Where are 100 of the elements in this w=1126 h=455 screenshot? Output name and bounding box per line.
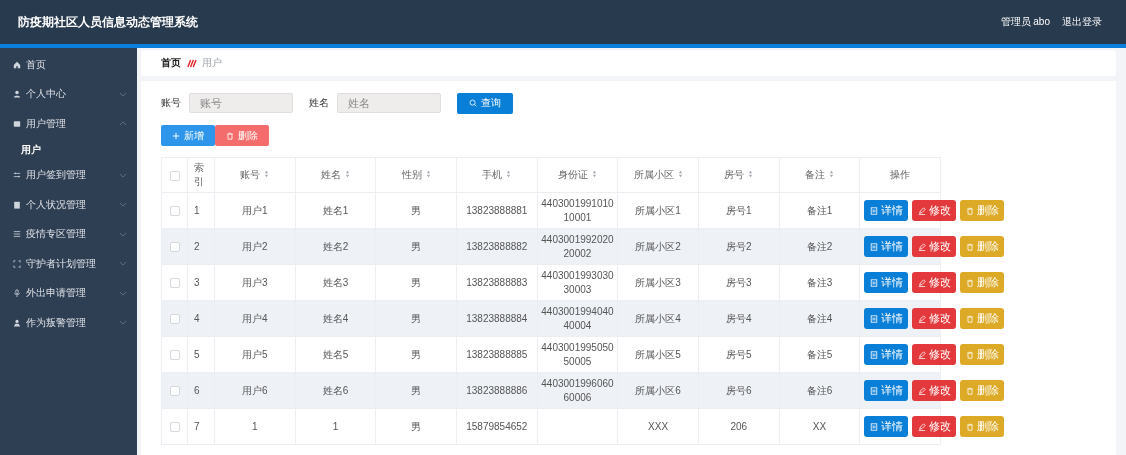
table-cell: 7 xyxy=(194,421,200,432)
table-cell: 4 xyxy=(194,313,200,324)
checkbox[interactable] xyxy=(169,386,180,397)
details-button[interactable]: 详情 xyxy=(864,236,909,257)
table-cell: 13823888881 xyxy=(466,205,528,216)
table-cell: 13823888886 xyxy=(466,385,528,396)
table-cell: 13823888882 xyxy=(466,241,528,252)
delete-button[interactable]: 删除 xyxy=(960,344,1005,365)
sort-icon[interactable] xyxy=(748,170,754,178)
sidebar-subitem[interactable]: 用户 xyxy=(0,138,137,161)
sidebar-item[interactable]: 用户管理 xyxy=(0,109,137,139)
add-button[interactable]: 新增 xyxy=(161,125,215,146)
table-cell: 1 xyxy=(332,421,339,432)
sort-icon[interactable] xyxy=(677,170,683,178)
checkbox[interactable] xyxy=(169,170,180,181)
sort-icon[interactable] xyxy=(506,170,512,178)
sidebar-item[interactable]: 用户签到管理 xyxy=(0,160,137,190)
pencil-icon xyxy=(917,278,926,287)
microphone-icon xyxy=(13,289,21,298)
column-header[interactable]: 手机 xyxy=(456,157,538,193)
sidebar-item[interactable]: 个人中心 xyxy=(0,79,137,109)
delete-button[interactable]: 删除 xyxy=(960,272,1005,293)
document-icon xyxy=(13,119,21,128)
document-icon xyxy=(869,422,878,431)
table-cell: 备注2 xyxy=(806,240,833,252)
breadcrumb-item[interactable]: 首页 xyxy=(161,56,181,70)
sort-icon[interactable] xyxy=(345,170,350,178)
edit-button[interactable]: 修改 xyxy=(912,308,957,329)
table-cell: 房号6 xyxy=(726,384,752,396)
logout-link[interactable]: 退出登录 xyxy=(1062,15,1102,29)
edit-button[interactable]: 修改 xyxy=(912,416,957,437)
sort-icon[interactable] xyxy=(425,170,431,178)
field-label: 姓名 xyxy=(309,96,329,110)
delete-button[interactable]: 删除 xyxy=(960,236,1005,257)
table-cell: 备注6 xyxy=(806,384,833,396)
table-cell: 用户5 xyxy=(242,348,268,360)
table-cell: 姓名4 xyxy=(322,312,349,324)
column-header[interactable]: 身份证 xyxy=(537,157,618,193)
sort-icon[interactable] xyxy=(828,170,834,178)
search-field[interactable]: 姓名 xyxy=(337,93,441,113)
details-button[interactable]: 详情 xyxy=(864,380,909,401)
sidebar-item[interactable]: 疫情专区管理 xyxy=(0,219,137,249)
checkbox[interactable] xyxy=(169,278,180,289)
details-button[interactable]: 详情 xyxy=(864,200,909,221)
table-cell: 3 xyxy=(194,277,200,288)
column-header[interactable]: 账号 xyxy=(214,157,296,193)
edit-button[interactable]: 修改 xyxy=(912,380,957,401)
sidebar-item[interactable]: 作为叛警管理 xyxy=(0,308,137,338)
sidebar-item[interactable]: 个人状况管理 xyxy=(0,190,137,220)
column-header[interactable]: 所属小区 xyxy=(617,157,699,193)
sort-icon[interactable] xyxy=(264,170,270,178)
delete-button[interactable]: 删除 xyxy=(960,308,1005,329)
table-cell: 房号4 xyxy=(726,312,752,324)
details-button[interactable]: 详情 xyxy=(864,416,909,437)
edit-button[interactable]: 修改 xyxy=(912,272,957,293)
edit-button[interactable]: 修改 xyxy=(912,344,957,365)
sidebar-item[interactable]: 首页 xyxy=(0,50,137,80)
table-cell: 房号1 xyxy=(726,204,752,216)
table-cell: 440300199606060006 xyxy=(541,377,614,403)
table-cell: 姓名5 xyxy=(322,348,349,360)
table-cell: 用户3 xyxy=(242,276,268,288)
checkbox[interactable] xyxy=(169,422,180,433)
checkbox[interactable] xyxy=(169,314,180,325)
table-cell: 姓名1 xyxy=(322,204,349,216)
app-title: 防疫期社区人员信息动态管理系统 xyxy=(18,13,198,31)
document-icon xyxy=(869,242,878,251)
table-cell: 1 xyxy=(252,421,258,432)
list-icon xyxy=(13,230,21,239)
column-header[interactable]: 备注 xyxy=(779,157,860,193)
details-button[interactable]: 详情 xyxy=(864,344,909,365)
delete-button[interactable]: 删除 xyxy=(960,200,1005,221)
column-header[interactable]: 姓名 xyxy=(295,157,376,193)
edit-button[interactable]: 修改 xyxy=(912,200,957,221)
delete-button[interactable]: 删除 xyxy=(960,380,1005,401)
table-cell: 6 xyxy=(194,385,200,396)
checkbox[interactable] xyxy=(169,242,180,253)
search-field[interactable]: 账号 xyxy=(189,93,293,113)
pencil-icon xyxy=(917,350,926,359)
table-cell: 姓名6 xyxy=(322,384,349,396)
trash-icon xyxy=(965,422,974,431)
checkbox[interactable] xyxy=(169,350,180,361)
checkbox[interactable] xyxy=(169,206,180,217)
details-button[interactable]: 详情 xyxy=(864,272,909,293)
delete-button[interactable]: 删除 xyxy=(960,416,1005,437)
home-icon xyxy=(13,60,21,69)
delete-button[interactable]: 删除 xyxy=(215,125,269,146)
clipboard-icon xyxy=(13,200,21,209)
sort-icon[interactable] xyxy=(591,170,597,178)
column-header[interactable]: 房号 xyxy=(698,157,780,193)
sidebar-item[interactable]: 守护者计划管理 xyxy=(0,249,137,279)
edit-button[interactable]: 修改 xyxy=(912,236,957,257)
column-header[interactable]: 性别 xyxy=(375,157,457,193)
sidebar-item[interactable]: 外出申请管理 xyxy=(0,278,137,308)
table-cell: 用户2 xyxy=(242,240,268,252)
field-label: 账号 xyxy=(161,96,181,110)
table-cell: 姓名2 xyxy=(322,240,349,252)
details-button[interactable]: 详情 xyxy=(864,308,909,329)
search-button[interactable]: 查询 xyxy=(457,92,513,114)
trash-icon xyxy=(965,242,974,251)
table-cell: 所属小区5 xyxy=(635,348,681,360)
